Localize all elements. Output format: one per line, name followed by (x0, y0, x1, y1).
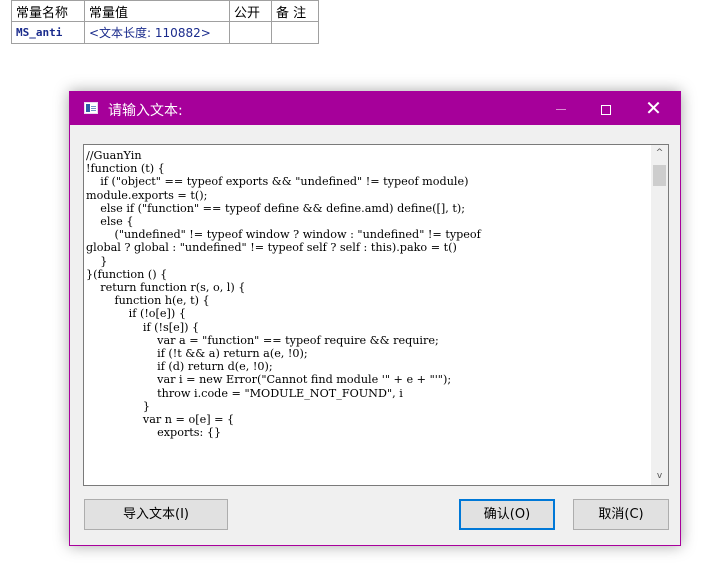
close-button[interactable]: ✕ (631, 92, 676, 125)
minimize-button[interactable] (538, 92, 583, 125)
constants-table: 常量名称 常量值 公开 备 注 MS_anti <文本长度: 110882> (11, 0, 319, 44)
maximize-icon (600, 104, 611, 115)
confirm-button[interactable]: 确认(O) (459, 499, 555, 530)
cell-constant-name[interactable]: MS_anti (11, 21, 85, 44)
maximize-button[interactable] (583, 92, 628, 125)
cell-public[interactable] (229, 21, 272, 44)
cancel-button[interactable]: 取消(C) (573, 499, 669, 530)
text-editor[interactable]: //GuanYin !function (t) { if ("object" =… (83, 144, 669, 486)
header-public[interactable]: 公开 (229, 0, 272, 22)
window-app-icon (84, 102, 98, 114)
minimize-icon (555, 109, 566, 110)
header-note[interactable]: 备 注 (271, 0, 319, 22)
vertical-scrollbar[interactable]: ^ v (651, 145, 668, 485)
scroll-up-icon[interactable]: ^ (651, 145, 668, 162)
table-header-row: 常量名称 常量值 公开 备 注 (11, 0, 319, 22)
header-constant-name[interactable]: 常量名称 (11, 0, 85, 22)
dialog-title: 请输入文本: (108, 103, 183, 119)
close-icon: ✕ (645, 96, 662, 120)
code-text[interactable]: //GuanYin !function (t) { if ("object" =… (86, 149, 646, 439)
dialog-titlebar[interactable]: 请输入文本: ✕ (70, 92, 680, 125)
header-constant-value[interactable]: 常量值 (84, 0, 230, 22)
input-text-dialog: 请输入文本: ✕ //GuanYin !function (t) { if ("… (69, 91, 681, 546)
table-row[interactable]: MS_anti <文本长度: 110882> (11, 21, 319, 44)
scroll-down-icon[interactable]: v (651, 468, 668, 485)
cell-constant-value[interactable]: <文本长度: 110882> (84, 21, 230, 44)
import-text-button[interactable]: 导入文本(I) (84, 499, 228, 530)
scrollbar-thumb[interactable] (653, 165, 666, 186)
cell-note[interactable] (271, 21, 319, 44)
